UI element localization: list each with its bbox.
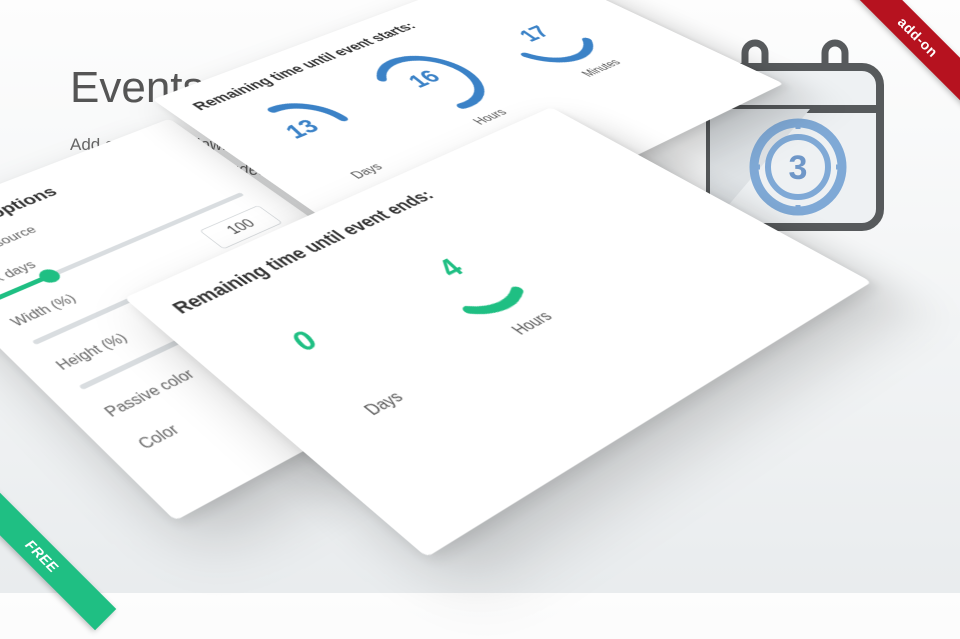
free-ribbon: FREE bbox=[0, 482, 116, 630]
calendar-icon-digit: 3 bbox=[789, 149, 808, 187]
